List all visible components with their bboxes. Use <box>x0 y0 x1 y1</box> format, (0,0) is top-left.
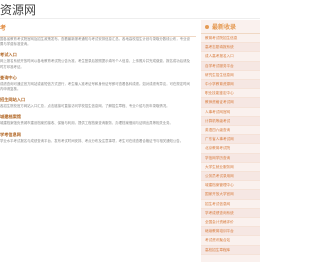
sidebar-list: 教育考试院招生信息 高考志愿填报系统 成人高考报名入口 自学考试服务平台 研究生招生信息… <box>201 34 260 255</box>
paragraph: 网上报名系统开放时间以各地教育考试院公告为准，考生登录后按照提示填写个人信息、上… <box>0 59 190 69</box>
section-heading: 招生网站入口 <box>0 97 26 103</box>
sidebar-link[interactable]: 研究生招生信息网 <box>201 71 260 81</box>
sidebar-link[interactable]: 高考志愿填报系统 <box>201 43 260 53</box>
sidebar-link[interactable]: 中小学教育资源网 <box>201 80 260 90</box>
top-header: 资源网 <box>0 0 260 19</box>
section-heading: 查询中心 <box>0 74 17 80</box>
sidebar-title: 最新收录 <box>212 24 237 31</box>
sidebar-link[interactable]: 计算机等级考试 <box>201 116 260 127</box>
sidebar-link[interactable]: 考试资讯聚合站 <box>201 236 260 246</box>
sidebar-link[interactable]: 自学考试服务平台 <box>201 61 260 71</box>
sidebar-link[interactable]: 大学生就业服务网 <box>201 163 260 173</box>
paragraph: 学业水平考试报名与成绩查询平台，发布考试时间安排、考点分布及注意事项，考生可在线… <box>0 138 184 143</box>
section-heading: 城建档案馆 <box>0 114 21 120</box>
article-title: 考 <box>0 25 7 32</box>
site-logo[interactable]: 资源网 <box>0 1 36 18</box>
sidebar-link[interactable]: 全国会计资格评价 <box>201 218 260 228</box>
section-heading: 考试入口 <box>0 52 17 58</box>
paragraph: 国各省教育考试院官网及招生政策发布，查看最新报考通知与考试安排信息汇总。各地高校… <box>0 37 190 47</box>
sidebar-link[interactable]: 学信网学历查询 <box>201 153 260 163</box>
sidebar-link[interactable]: 北京教育考试院 <box>201 144 260 154</box>
sidebar-link[interactable]: 教师资格证考试网 <box>201 98 260 108</box>
sidebar-link[interactable]: 广东省人事考试网 <box>201 135 260 145</box>
section-heading: 学考信息网 <box>0 131 21 137</box>
article-body: 国各省教育考试院官网及招生政策发布，查看最新报考通知与考试安排信息汇总。各地高校… <box>0 37 196 144</box>
paragraph: 各招生院校官方网站入口汇总，点击链接可直接访问学校招生信息网，了解招生章程、专业… <box>0 104 170 109</box>
sidebar-link[interactable]: 国家开放大学官网 <box>201 190 260 200</box>
sidebar-link[interactable]: 职业技能鉴定中心 <box>201 89 260 99</box>
sidebar-link[interactable]: 成人高考报名入口 <box>201 52 260 62</box>
sidebar-link[interactable]: 城建档案管理中心 <box>201 181 260 191</box>
sidebar-link[interactable]: 公务员考试录用网 <box>201 172 260 182</box>
sidebar-link[interactable]: 英语四六级查询 <box>201 126 260 136</box>
main-content: 考 国各省教育考试院官网及招生政策发布，查看最新报考通知与考试安排信息汇总。各地… <box>0 20 196 262</box>
sidebar-link[interactable]: 招生考试信息网 <box>201 200 260 209</box>
paragraph: 成绩查询可通过官方网站或者短信方式进行，考生输入准考证号和身份证号即可查看各科成… <box>0 81 190 92</box>
sidebar-link[interactable]: 教育考试院招生信息 <box>201 34 260 44</box>
article-header: 考 <box>0 20 196 37</box>
sidebar-link[interactable]: 人事考试网官网 <box>201 108 260 117</box>
paragraph: 城建档案馆负责城市建设档案的接收、保管与利用，提供工程档案查询服务，办理档案借阅… <box>0 121 173 126</box>
sidebar: 最新收录 教育考试院招生信息 高考志愿填报系统 成人高考报名入口 自学考试服务平台 研究… <box>201 20 260 262</box>
sidebar-header: 最新收录 <box>201 20 260 34</box>
sidebar-link[interactable]: 学考成绩查询系统 <box>201 208 260 219</box>
sidebar-link[interactable]: 继续教育培训平台 <box>201 227 260 237</box>
bullet-icon <box>205 24 209 29</box>
sidebar-link[interactable]: 高校招生章程库 <box>201 245 260 255</box>
